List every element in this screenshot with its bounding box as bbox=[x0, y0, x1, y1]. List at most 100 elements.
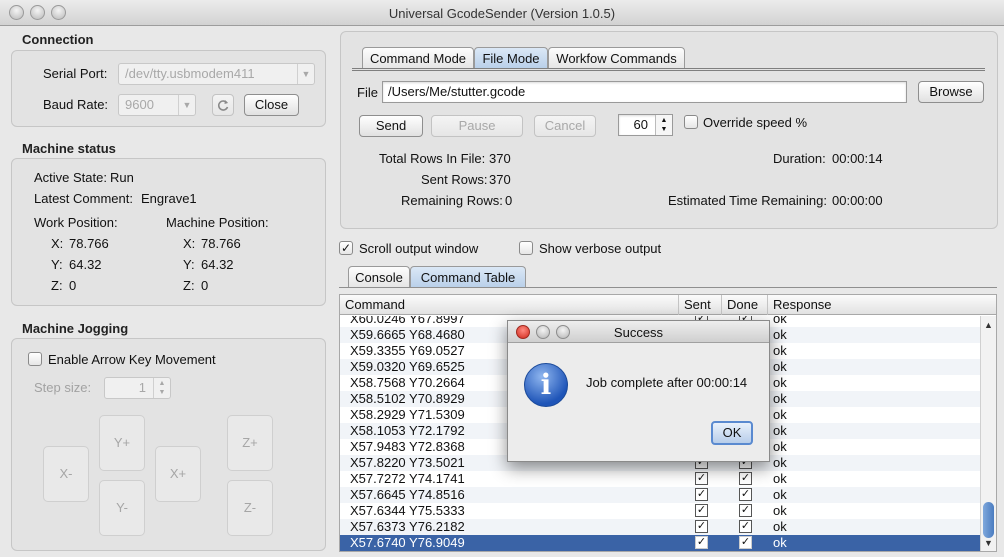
machine-status-title: Machine status bbox=[22, 141, 116, 156]
jog-x-minus-button[interactable]: X- bbox=[43, 446, 89, 502]
work-y-label: Y: bbox=[51, 257, 63, 272]
title-bar: Universal GcodeSender (Version 1.0.5) bbox=[0, 0, 1004, 26]
duration-label: Duration: bbox=[773, 151, 826, 166]
chevron-down-icon: ▼ bbox=[178, 95, 195, 115]
done-checkbox[interactable]: ✓ bbox=[739, 520, 752, 533]
jog-y-minus-button[interactable]: Y- bbox=[99, 480, 145, 536]
stepper-arrows-icon: ▲ ▼ bbox=[153, 378, 170, 398]
step-size-spinner[interactable]: 1 ▲ ▼ bbox=[104, 377, 171, 399]
scroll-up-icon[interactable]: ▲ bbox=[981, 319, 996, 331]
response-cell: ok bbox=[773, 439, 787, 454]
response-cell: ok bbox=[773, 471, 787, 486]
work-z-value: 0 bbox=[69, 278, 77, 293]
scroll-output-label: Scroll output window bbox=[359, 241, 479, 256]
jog-z-minus-button[interactable]: Z- bbox=[227, 480, 273, 536]
response-cell: ok bbox=[773, 407, 787, 422]
work-y-value: 64.32 bbox=[69, 257, 102, 272]
table-row[interactable]: X57.6645 Y74.8516 ✓ ✓ ok bbox=[340, 487, 980, 503]
sent-checkbox[interactable]: ✓ bbox=[695, 520, 708, 533]
close-button[interactable]: Close bbox=[244, 94, 299, 116]
machine-z-value: 0 bbox=[201, 278, 209, 293]
command-cell: X57.6373 Y76.2182 bbox=[350, 519, 465, 534]
command-cell: X57.6645 Y74.8516 bbox=[350, 487, 465, 502]
refresh-button[interactable] bbox=[212, 94, 234, 116]
speed-value: 60 bbox=[633, 117, 648, 132]
baud-rate-label: Baud Rate: bbox=[43, 97, 109, 112]
done-checkbox[interactable]: ✓ bbox=[739, 472, 752, 485]
total-rows-label: Total Rows In File: bbox=[379, 151, 486, 166]
scroll-down-icon[interactable]: ▼ bbox=[981, 537, 996, 549]
machine-jogging-title: Machine Jogging bbox=[22, 321, 129, 336]
send-button[interactable]: Send bbox=[359, 115, 423, 137]
sent-checkbox[interactable]: ✓ bbox=[695, 472, 708, 485]
tab-file-mode[interactable]: File Mode bbox=[474, 47, 548, 69]
table-row[interactable]: X57.6344 Y75.5333 ✓ ✓ ok bbox=[340, 503, 980, 519]
file-path-field[interactable]: /Users/Me/stutter.gcode bbox=[382, 81, 907, 103]
jog-x-plus-button[interactable]: X+ bbox=[155, 446, 201, 502]
sent-checkbox[interactable]: ✓ bbox=[695, 488, 708, 501]
success-dialog: Success i Job complete after 00:00:14 OK bbox=[507, 320, 770, 462]
refresh-icon bbox=[217, 100, 229, 111]
duration-value: 00:00:14 bbox=[832, 151, 883, 166]
sent-checkbox[interactable]: ✓ bbox=[695, 504, 708, 517]
response-cell: ok bbox=[773, 343, 787, 358]
machine-y-label: Y: bbox=[183, 257, 195, 272]
scroll-output-checkbox[interactable]: ✓ bbox=[339, 241, 353, 255]
tab-command-mode[interactable]: Command Mode bbox=[362, 47, 474, 69]
response-cell: ok bbox=[773, 359, 787, 374]
verbose-output-checkbox[interactable] bbox=[519, 241, 533, 255]
output-tab-divider bbox=[339, 287, 997, 288]
machine-jogging-panel bbox=[11, 338, 326, 551]
work-x-value: 78.766 bbox=[69, 236, 109, 251]
table-header: Command Sent Done Response bbox=[340, 295, 996, 315]
cancel-button[interactable]: Cancel bbox=[534, 115, 596, 137]
done-checkbox[interactable]: ✓ bbox=[739, 504, 752, 517]
enable-arrow-key-checkbox[interactable] bbox=[28, 352, 42, 366]
dialog-title-bar: Success bbox=[508, 321, 769, 343]
table-row[interactable]: X57.6740 Y76.9049 ✓ ✓ ok bbox=[340, 535, 980, 551]
browse-button[interactable]: Browse bbox=[918, 81, 984, 103]
baud-rate-select[interactable]: 9600 ▼ bbox=[118, 94, 196, 116]
column-header-command[interactable]: Command bbox=[340, 295, 679, 315]
active-state-value: Run bbox=[110, 170, 134, 185]
column-header-done[interactable]: Done bbox=[722, 295, 768, 315]
scroll-thumb[interactable] bbox=[983, 502, 994, 538]
tab-workflow-commands[interactable]: Workfow Commands bbox=[548, 47, 685, 69]
step-size-value: 1 bbox=[138, 380, 146, 395]
table-row[interactable]: X57.6373 Y76.2182 ✓ ✓ ok bbox=[340, 519, 980, 535]
response-cell: ok bbox=[773, 519, 787, 534]
done-checkbox[interactable]: ✓ bbox=[739, 488, 752, 501]
tab-command-table[interactable]: Command Table bbox=[410, 266, 526, 288]
machine-x-label: X: bbox=[183, 236, 196, 251]
remaining-rows-value: 0 bbox=[505, 193, 513, 208]
sent-rows-value: 370 bbox=[489, 172, 511, 187]
jog-y-plus-button[interactable]: Y+ bbox=[99, 415, 145, 471]
command-cell: X57.6344 Y75.5333 bbox=[350, 503, 465, 518]
info-icon: i bbox=[524, 363, 568, 407]
table-row[interactable]: X57.7272 Y74.1741 ✓ ✓ ok bbox=[340, 471, 980, 487]
column-header-response[interactable]: Response bbox=[768, 295, 996, 315]
ok-button[interactable]: OK bbox=[711, 421, 753, 445]
connection-title: Connection bbox=[22, 32, 94, 47]
done-checkbox[interactable]: ✓ bbox=[739, 536, 752, 549]
window-title: Universal GcodeSender (Version 1.0.5) bbox=[388, 6, 616, 21]
response-cell: ok bbox=[773, 455, 787, 470]
verbose-output-label: Show verbose output bbox=[539, 241, 662, 256]
serial-port-select[interactable]: /dev/tty.usbmodem411 ▼ bbox=[118, 63, 315, 85]
sent-checkbox[interactable]: ✓ bbox=[695, 536, 708, 549]
column-header-sent[interactable]: Sent bbox=[679, 295, 722, 315]
work-z-label: Z: bbox=[51, 278, 63, 293]
pause-button[interactable]: Pause bbox=[431, 115, 523, 137]
tab-console[interactable]: Console bbox=[348, 266, 410, 288]
machine-z-label: Z: bbox=[183, 278, 195, 293]
baud-rate-value: 9600 bbox=[125, 97, 154, 112]
dialog-title: Success bbox=[613, 325, 664, 340]
response-cell: ok bbox=[773, 535, 787, 550]
table-scrollbar[interactable]: ▲ ▼ bbox=[980, 316, 996, 551]
jog-z-plus-button[interactable]: Z+ bbox=[227, 415, 273, 471]
stepper-arrows-icon[interactable]: ▲ ▼ bbox=[655, 115, 672, 135]
serial-port-value: /dev/tty.usbmodem411 bbox=[125, 66, 255, 81]
response-cell: ok bbox=[773, 391, 787, 406]
enable-arrow-key-label: Enable Arrow Key Movement bbox=[48, 352, 216, 367]
override-speed-checkbox[interactable] bbox=[684, 115, 698, 129]
